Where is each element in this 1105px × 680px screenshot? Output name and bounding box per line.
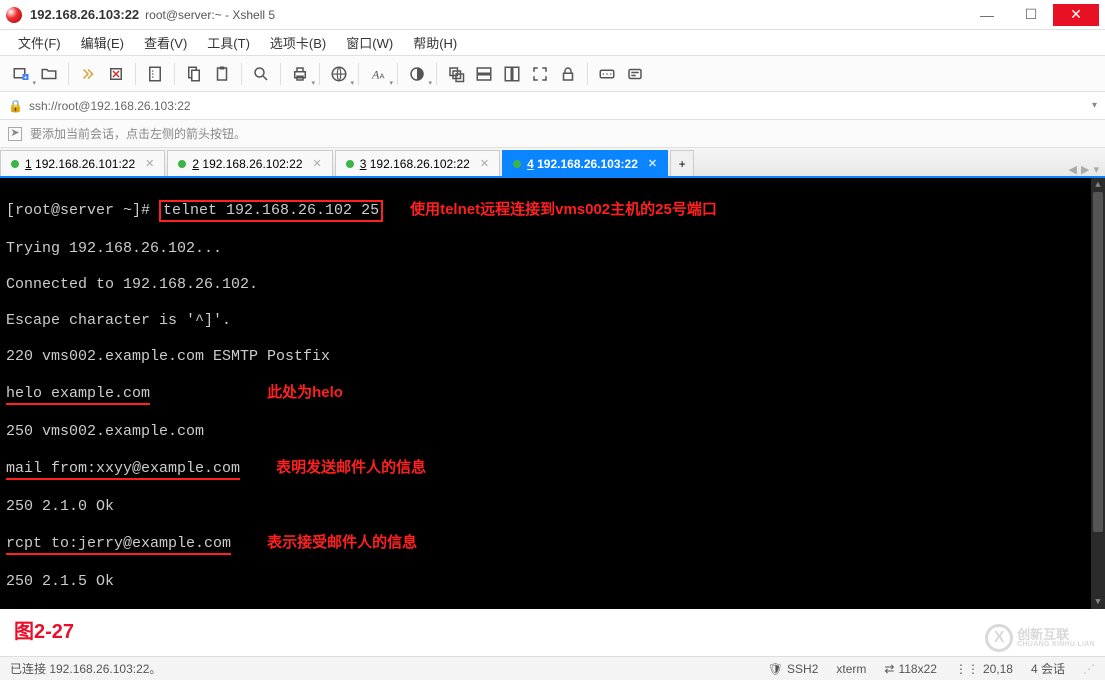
maximize-button[interactable]: ☐ <box>1009 4 1053 26</box>
tab-close-icon[interactable]: ✕ <box>313 157 322 170</box>
title-bar: 192.168.26.103:22 root@server:~ - Xshell… <box>0 0 1105 30</box>
menu-help[interactable]: 帮助(H) <box>405 30 465 55</box>
lock-icon[interactable] <box>555 61 581 87</box>
tab-nav: ◀ ▶ ▾ <box>1069 163 1105 176</box>
app-icon <box>6 7 22 23</box>
tab-list-icon[interactable]: ▾ <box>1093 163 1099 176</box>
status-connection: 已连接 192.168.26.103:22。 <box>10 660 750 677</box>
color-icon[interactable]: ▾ <box>404 61 430 87</box>
shield-icon: 🛡 <box>768 662 783 676</box>
menu-bar: 文件(F) 编辑(E) 查看(V) 工具(T) 选项卡(B) 窗口(W) 帮助(… <box>0 30 1105 56</box>
status-dot-icon <box>346 160 354 168</box>
status-dot-icon <box>513 160 521 168</box>
tab-close-icon[interactable]: ✕ <box>480 157 489 170</box>
font-icon[interactable]: AA▾ <box>365 61 391 87</box>
reconnect-icon[interactable] <box>75 61 101 87</box>
tab-prev-icon[interactable]: ◀ <box>1069 163 1077 176</box>
status-protocol: 🛡SSH2 <box>768 662 819 676</box>
session-tabstrip: 1 192.168.26.101:22 ✕ 2 192.168.26.102:2… <box>0 148 1105 178</box>
hint-bar: ➤ 要添加当前会话，点击左侧的箭头按钮。 <box>0 120 1105 148</box>
menu-file[interactable]: 文件(F) <box>10 30 69 55</box>
annotation: 表明发送邮件人的信息 <box>276 459 426 476</box>
address-dropdown-icon[interactable]: ▾ <box>1092 100 1097 111</box>
scroll-up-icon[interactable]: ▲ <box>1091 178 1105 192</box>
status-sessions: 4 会话 <box>1031 660 1065 677</box>
compose-icon[interactable] <box>622 61 648 87</box>
session-tab-3[interactable]: 3 192.168.26.102:22 ✕ <box>335 150 500 176</box>
status-bar: 已连接 192.168.26.103:22。 🛡SSH2 xterm ⇄ 118… <box>0 656 1105 680</box>
find-icon[interactable] <box>248 61 274 87</box>
open-icon[interactable] <box>36 61 62 87</box>
disconnect-icon[interactable] <box>103 61 129 87</box>
lock-small-icon: 🔒 <box>8 99 23 113</box>
hint-text: 要添加当前会话，点击左侧的箭头按钮。 <box>30 125 246 142</box>
status-cursor: ⋮⋮ 20,18 <box>955 662 1013 676</box>
session-tab-2[interactable]: 2 192.168.26.102:22 ✕ <box>167 150 332 176</box>
address-bar: 🔒 ssh://root@192.168.26.103:22 ▾ <box>0 92 1105 120</box>
window-title-sub: root@server:~ - Xshell 5 <box>145 8 275 22</box>
telnet-command: telnet 192.168.26.102 25 <box>159 200 383 222</box>
menu-view[interactable]: 查看(V) <box>136 30 195 55</box>
status-size: ⇄ 118x22 <box>884 662 937 676</box>
xftp-icon[interactable]: ▾ <box>326 61 352 87</box>
status-dot-icon <box>178 160 186 168</box>
annotation: 表示接受邮件人的信息 <box>267 534 417 551</box>
menu-tools[interactable]: 工具(T) <box>199 30 258 55</box>
status-termtype: xterm <box>836 662 866 676</box>
menu-edit[interactable]: 编辑(E) <box>73 30 132 55</box>
tab-close-icon[interactable]: ✕ <box>648 157 657 170</box>
scrollbar-thumb[interactable] <box>1093 192 1103 532</box>
scrollbar[interactable]: ▲ ▼ <box>1091 178 1105 609</box>
tab-close-icon[interactable]: ✕ <box>145 157 154 170</box>
fullscreen-icon[interactable] <box>527 61 553 87</box>
session-tab-1[interactable]: 1 192.168.26.101:22 ✕ <box>0 150 165 176</box>
svg-text:+: + <box>23 72 28 81</box>
session-tab-4[interactable]: 4 192.168.26.103:22 ✕ <box>502 150 668 176</box>
new-tab-button[interactable]: + <box>670 150 694 176</box>
annotation: 使用telnet远程连接到vms002主机的25号端口 <box>410 201 717 218</box>
status-grip-icon[interactable]: ⋰ <box>1083 662 1095 676</box>
paste-icon[interactable] <box>209 61 235 87</box>
terminal-pane[interactable]: [root@server ~]# telnet 192.168.26.102 2… <box>0 178 1105 609</box>
window-title-ip: 192.168.26.103:22 <box>30 7 139 22</box>
annotation: 此处为helo <box>267 384 343 401</box>
copy-icon[interactable] <box>181 61 207 87</box>
scroll-down-icon[interactable]: ▼ <box>1091 595 1105 609</box>
keymap-icon[interactable] <box>594 61 620 87</box>
status-dot-icon <box>11 160 19 168</box>
tile-v-icon[interactable] <box>499 61 525 87</box>
print-icon[interactable]: ▾ <box>287 61 313 87</box>
tile-h-icon[interactable] <box>471 61 497 87</box>
close-button[interactable]: ✕ <box>1053 4 1099 26</box>
new-session-icon[interactable]: +▾ <box>8 61 34 87</box>
menu-tabs[interactable]: 选项卡(B) <box>262 30 334 55</box>
svg-text:A: A <box>380 71 385 80</box>
minimize-button[interactable]: — <box>965 4 1009 26</box>
add-session-icon[interactable]: ➤ <box>8 127 22 141</box>
figure-label: 图2-27 <box>14 615 74 644</box>
toolbar: +▾ ▾ ▾ AA▾ ▾ <box>0 56 1105 92</box>
watermark: X 创新互联 CHUANG XINHU LIAN <box>985 624 1095 652</box>
svg-text:A: A <box>371 67 380 81</box>
address-url[interactable]: ssh://root@192.168.26.103:22 <box>29 99 191 113</box>
tab-next-icon[interactable]: ▶ <box>1081 163 1089 176</box>
properties-icon[interactable] <box>142 61 168 87</box>
watermark-icon: X <box>985 624 1013 652</box>
cascade-icon[interactable] <box>443 61 469 87</box>
menu-window[interactable]: 窗口(W) <box>338 30 401 55</box>
